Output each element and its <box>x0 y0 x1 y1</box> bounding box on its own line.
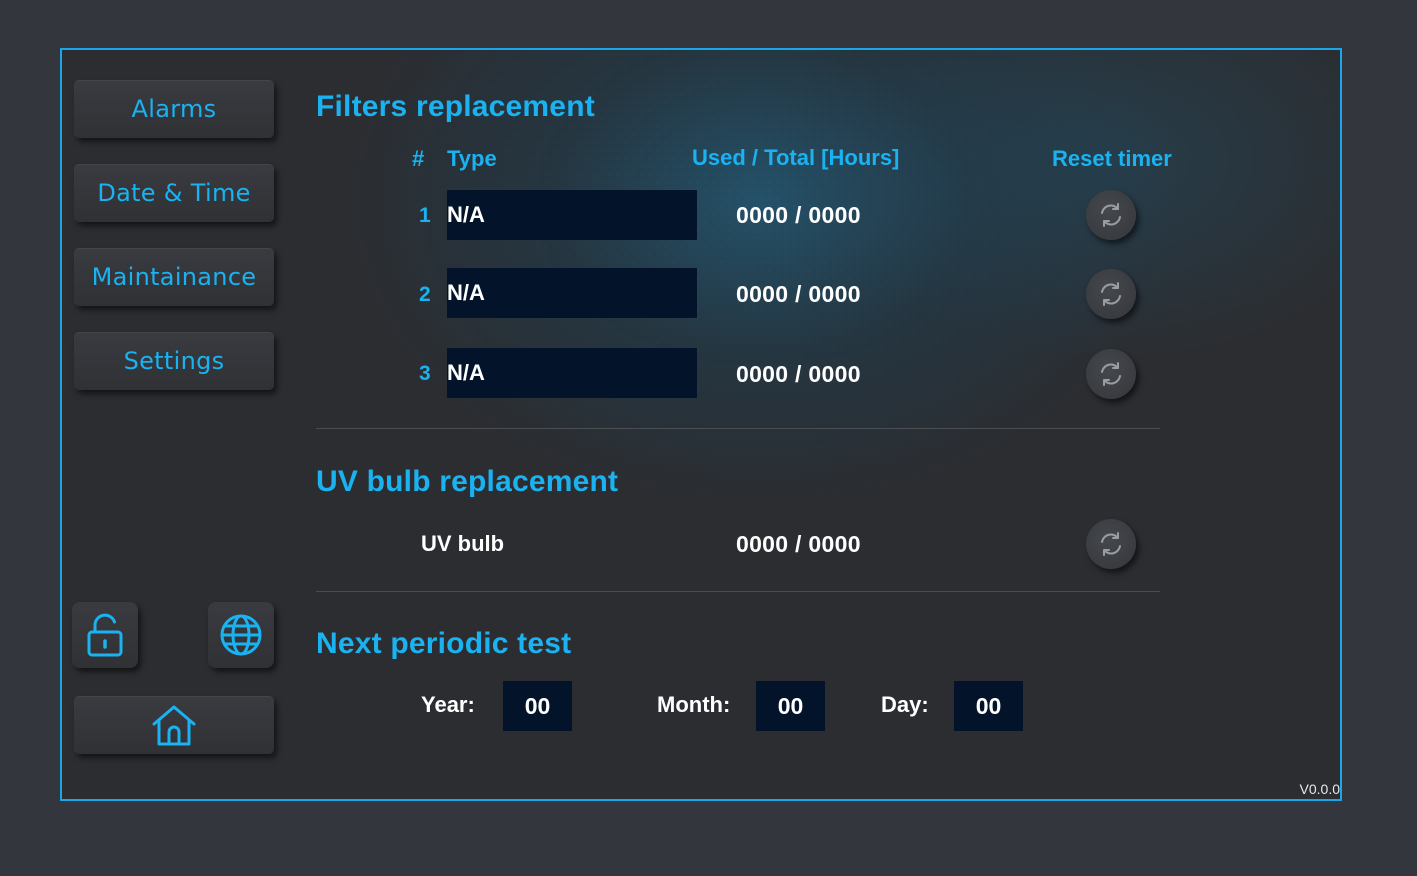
year-field[interactable]: 00 <box>503 681 572 731</box>
nav-date-time-button[interactable]: Date & Time <box>74 164 274 222</box>
filter-hours-value: 0000 / 0000 <box>736 361 861 387</box>
version-label: V0.0.0 <box>1299 781 1340 797</box>
nav-settings-button[interactable]: Settings <box>74 332 274 390</box>
globe-icon <box>220 614 262 656</box>
filter-row-number: 1 <box>419 204 431 227</box>
month-field[interactable]: 00 <box>756 681 825 731</box>
section-divider <box>316 428 1160 429</box>
unlock-icon <box>87 613 123 657</box>
month-label: Month: <box>657 692 731 717</box>
nav-alarms-button[interactable]: Alarms <box>74 80 274 138</box>
refresh-icon <box>1101 203 1121 227</box>
unlock-button[interactable] <box>72 602 138 668</box>
nav-maintainance-button[interactable]: Maintainance <box>74 248 274 306</box>
home-button[interactable] <box>74 696 274 754</box>
refresh-icon <box>1101 362 1121 386</box>
reset-timer-button[interactable] <box>1086 269 1136 319</box>
filter-type-field[interactable]: N/A <box>447 268 697 318</box>
reset-timer-button[interactable] <box>1086 190 1136 240</box>
filter-row-number: 3 <box>419 362 431 385</box>
uv-bulb-label: UV bulb <box>421 531 505 556</box>
filter-hours-value: 0000 / 0000 <box>736 281 861 307</box>
refresh-icon <box>1101 282 1121 306</box>
refresh-icon <box>1101 532 1121 556</box>
filters-section-title: Filters replacement <box>316 90 595 123</box>
home-icon <box>152 705 196 746</box>
filter-row-number: 2 <box>419 283 431 306</box>
year-label: Year: <box>421 692 475 717</box>
main-panel: Alarms Date & Time Maintainance Settings… <box>60 48 1342 801</box>
uv-section-title: UV bulb replacement <box>316 465 619 498</box>
column-header-type: Type <box>447 146 497 171</box>
reset-timer-button[interactable] <box>1086 349 1136 399</box>
day-field[interactable]: 00 <box>954 681 1023 731</box>
section-divider <box>316 591 1160 592</box>
periodic-test-section-title: Next periodic test <box>316 627 572 660</box>
uv-reset-timer-button[interactable] <box>1086 519 1136 569</box>
uv-hours-value: 0000 / 0000 <box>736 531 861 557</box>
language-button[interactable] <box>208 602 274 668</box>
column-header-reset-timer: Reset timer <box>1052 146 1172 171</box>
column-header-used-total: Used / Total [Hours] <box>692 145 900 170</box>
filter-type-field[interactable]: N/A <box>447 348 697 398</box>
filter-type-field[interactable]: N/A <box>447 190 697 240</box>
day-label: Day: <box>881 692 929 717</box>
filter-hours-value: 0000 / 0000 <box>736 202 861 228</box>
column-header-number: # <box>412 146 425 171</box>
